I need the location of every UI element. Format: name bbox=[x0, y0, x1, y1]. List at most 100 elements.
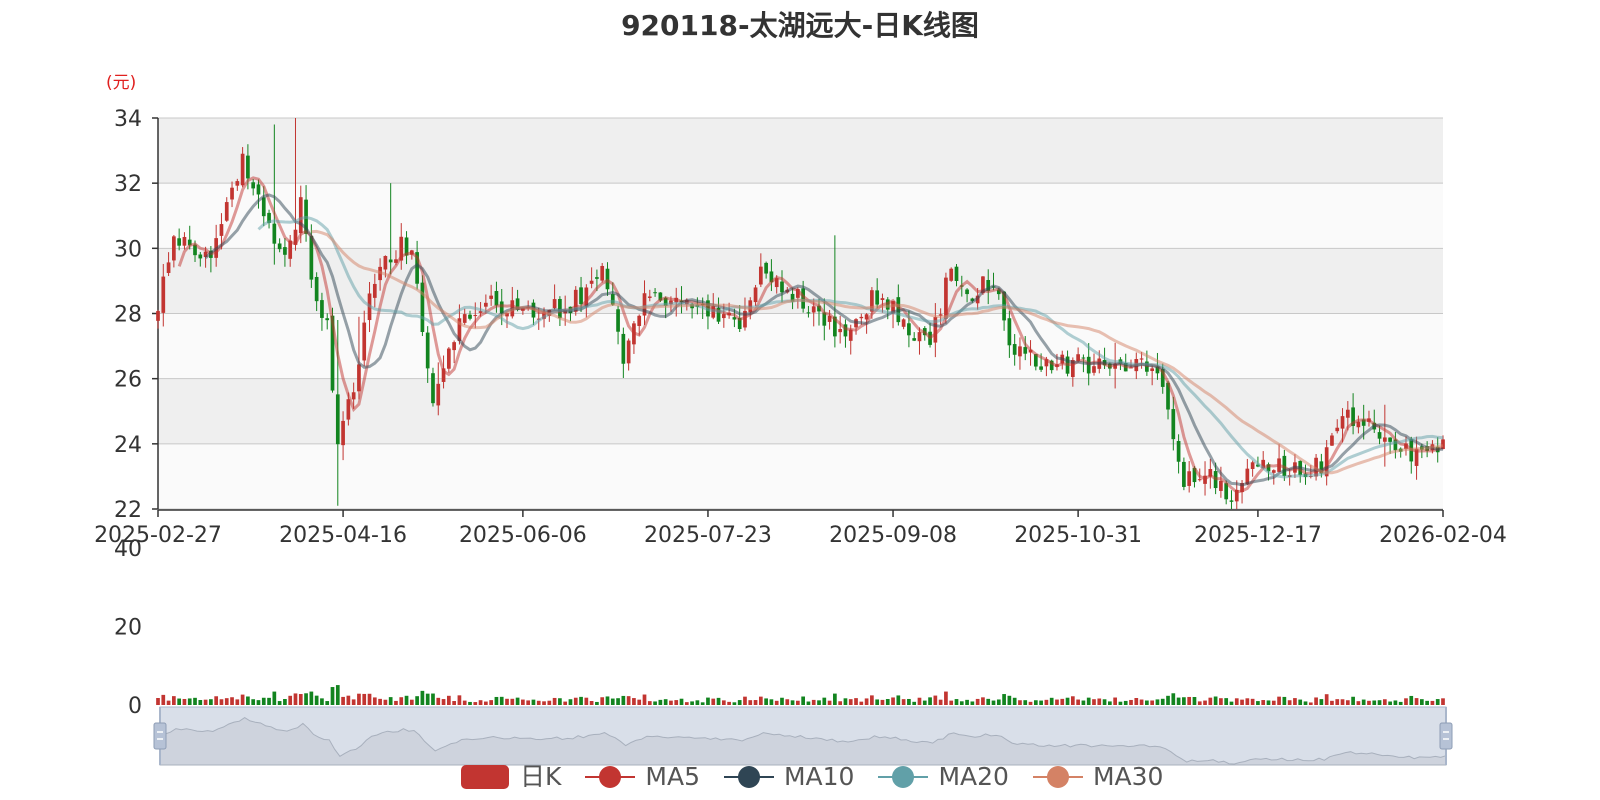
volume-bar bbox=[214, 696, 219, 705]
volume-bar bbox=[653, 701, 657, 705]
volume-bar bbox=[780, 697, 784, 705]
volume-bar bbox=[1441, 698, 1445, 705]
volume-bar bbox=[431, 693, 435, 705]
volume-bar bbox=[346, 695, 351, 705]
volume-bar bbox=[367, 693, 372, 705]
volume-bar bbox=[764, 698, 768, 705]
volume-bar bbox=[314, 695, 319, 705]
volume-bar bbox=[864, 698, 869, 705]
volume-bar bbox=[806, 701, 811, 705]
legend-item-kline[interactable]: 日K bbox=[460, 764, 561, 790]
volume-bar bbox=[161, 694, 166, 705]
volume-axis-ticks: 0 20 40 bbox=[114, 537, 142, 719]
volume-bar bbox=[1419, 699, 1424, 705]
volume-bar bbox=[325, 701, 330, 705]
candlestick bbox=[446, 347, 451, 373]
volume-bar bbox=[267, 697, 271, 705]
volume-bar bbox=[1081, 700, 1086, 705]
volume-bar bbox=[790, 700, 795, 705]
x-tick-label: 2025-06-06 bbox=[459, 523, 587, 548]
volume-bar bbox=[1150, 700, 1155, 705]
legend-item-ma20[interactable]: MA20 bbox=[878, 764, 1009, 790]
volume-bar bbox=[901, 699, 906, 705]
volume-bar bbox=[817, 700, 821, 705]
volume-bar bbox=[1092, 699, 1096, 705]
volume-bar bbox=[758, 696, 763, 705]
volume-bar bbox=[605, 696, 610, 705]
volume-bar bbox=[1208, 697, 1213, 705]
volume-bar bbox=[1145, 700, 1149, 705]
volume-bar bbox=[219, 699, 224, 705]
volume-bar bbox=[690, 701, 694, 705]
kline-chart[interactable]: 22242628303234 2025-02-27 2025-04-16 2025-… bbox=[0, 0, 1600, 800]
volume-bar bbox=[1065, 697, 1070, 705]
volume-bar bbox=[357, 693, 361, 705]
volume-bar bbox=[1166, 695, 1170, 705]
volume-bar bbox=[748, 700, 753, 705]
volume-bar bbox=[637, 699, 642, 705]
volume-bar bbox=[399, 697, 404, 705]
ma10-legend-icon bbox=[723, 764, 774, 790]
volume-bar bbox=[610, 698, 615, 705]
volume-bar bbox=[1277, 696, 1281, 705]
volume-bar bbox=[1430, 700, 1435, 705]
y-tick-label: 32 bbox=[114, 172, 142, 197]
volume-bar bbox=[1224, 698, 1229, 705]
volume-bar bbox=[166, 700, 171, 705]
volume-bar bbox=[230, 697, 234, 705]
volume-bar bbox=[1340, 699, 1345, 705]
volume-bar bbox=[193, 697, 197, 705]
volume-bar bbox=[478, 700, 483, 705]
volume-bar bbox=[425, 693, 430, 705]
volume-bar bbox=[896, 695, 901, 705]
volume-bar bbox=[1182, 697, 1186, 705]
volume-bar bbox=[833, 693, 837, 705]
volume-bar bbox=[1076, 699, 1080, 705]
y-tick-label: 26 bbox=[114, 368, 142, 393]
volume-bar bbox=[156, 698, 160, 705]
volume-bar bbox=[1134, 698, 1139, 705]
volume-bar bbox=[716, 697, 721, 705]
volume-bar bbox=[494, 696, 499, 705]
volume-bar bbox=[1171, 693, 1176, 705]
volume-bar bbox=[1108, 701, 1112, 705]
volume-bar bbox=[1012, 697, 1017, 705]
legend-item-ma5[interactable]: MA5 bbox=[585, 764, 700, 790]
volume-bar bbox=[473, 702, 478, 705]
volume-bar bbox=[484, 701, 488, 705]
volume-bar bbox=[452, 701, 456, 705]
x-tick-label: 2025-12-17 bbox=[1194, 523, 1322, 548]
volume-y-tick-label: 0 bbox=[128, 694, 142, 719]
volume-bar bbox=[658, 699, 663, 705]
chart-legend[interactable]: 日K MA5 MA10 MA20 MA30 bbox=[460, 760, 1187, 794]
volume-bar bbox=[949, 700, 954, 705]
volume-bar bbox=[1367, 700, 1371, 705]
volume-bar bbox=[1266, 700, 1271, 705]
legend-item-ma10[interactable]: MA10 bbox=[723, 764, 854, 790]
volume-bar bbox=[822, 697, 827, 705]
volume-bar bbox=[304, 693, 308, 705]
data-zoom-slider[interactable] bbox=[153, 706, 1453, 766]
volume-bar bbox=[838, 701, 843, 705]
volume-bar bbox=[1351, 696, 1355, 705]
volume-bar bbox=[372, 697, 377, 705]
volume-bar bbox=[415, 696, 419, 705]
volume-bar bbox=[1070, 696, 1075, 705]
volume-bar bbox=[827, 700, 832, 705]
volume-bar bbox=[959, 701, 964, 705]
volume-bar bbox=[1139, 699, 1144, 705]
volume-bar bbox=[632, 698, 636, 705]
volume-bar bbox=[468, 701, 472, 705]
legend-label-ma30: MA30 bbox=[1092, 762, 1164, 791]
volume-bar bbox=[1007, 695, 1012, 705]
volume-bar bbox=[383, 699, 388, 705]
volume-y-tick-label: 20 bbox=[114, 616, 142, 641]
x-tick-label: 2026-02-04 bbox=[1379, 523, 1507, 548]
legend-item-ma30[interactable]: MA30 bbox=[1032, 762, 1164, 791]
volume-bar bbox=[1356, 701, 1361, 705]
volume-bar bbox=[737, 700, 742, 705]
volume-bar bbox=[573, 697, 578, 705]
volume-bar bbox=[769, 699, 774, 705]
volume-bar bbox=[187, 698, 192, 705]
volume-bar bbox=[177, 698, 182, 705]
